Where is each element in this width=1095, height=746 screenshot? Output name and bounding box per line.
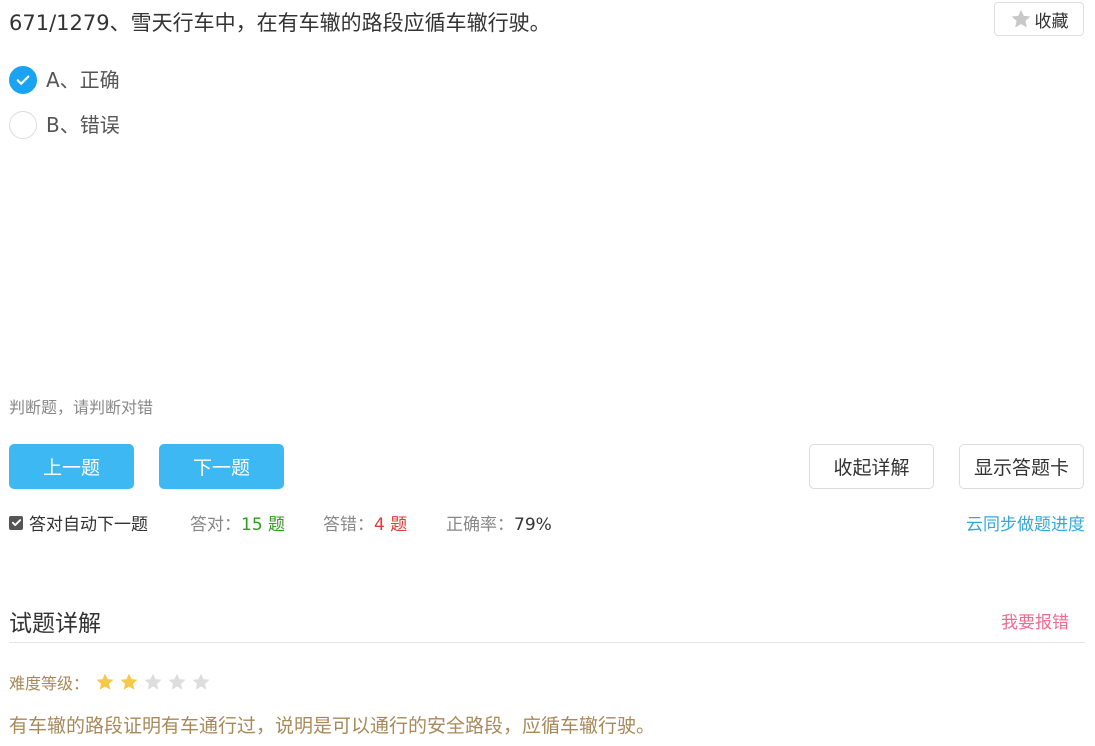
option-b-label: B、错误 bbox=[46, 113, 120, 137]
star-empty-icon bbox=[144, 673, 162, 690]
favorite-button[interactable]: 收藏 bbox=[994, 2, 1084, 36]
cloud-sync-link[interactable]: 云同步做题进度 bbox=[966, 510, 1085, 535]
star-filled-icon bbox=[120, 673, 138, 690]
question-title: 671/1279、雪天行车中，在有车辙的路段应循车辙行驶。 bbox=[9, 11, 551, 35]
details-title: 试题详解 bbox=[9, 611, 101, 637]
auto-next-label: 答对自动下一题 bbox=[29, 515, 148, 535]
correct-value: 15 题 bbox=[241, 515, 286, 535]
accuracy-rate: 正确率：79% bbox=[446, 510, 552, 535]
stats-row: 答对自动下一题 答对：15 题 答错：4 题 正确率：79% 云同步做题进度 bbox=[9, 510, 1085, 536]
report-error-link[interactable]: 我要报错 bbox=[1001, 608, 1069, 633]
option-a-label: A、正确 bbox=[46, 68, 120, 92]
divider bbox=[9, 642, 1085, 643]
difficulty-rating: 难度等级： bbox=[9, 670, 211, 694]
next-question-button[interactable]: 下一题 bbox=[159, 444, 284, 489]
collapse-details-button[interactable]: 收起详解 bbox=[809, 444, 934, 489]
option-a[interactable]: A、正确 bbox=[9, 66, 120, 94]
wrong-value: 4 题 bbox=[374, 515, 408, 535]
wrong-label: 答错： bbox=[323, 515, 374, 535]
question-type-hint: 判断题，请判断对错 bbox=[9, 398, 154, 417]
star-empty-icon bbox=[168, 673, 186, 690]
star-icon bbox=[1011, 9, 1030, 28]
wrong-count: 答错：4 题 bbox=[323, 510, 407, 535]
explanation-text: 有车辙的路段证明有车通行过，说明是可以通行的安全路段，应循车辙行驶。 bbox=[9, 715, 656, 737]
accuracy-label: 正确率： bbox=[446, 515, 514, 535]
show-answer-card-button[interactable]: 显示答题卡 bbox=[959, 444, 1084, 489]
favorite-label: 收藏 bbox=[1034, 11, 1069, 32]
radio-empty-icon bbox=[9, 111, 37, 139]
checkbox-icon bbox=[9, 515, 23, 530]
correct-count: 答对：15 题 bbox=[190, 510, 285, 535]
difficulty-stars bbox=[95, 672, 211, 692]
check-icon bbox=[9, 66, 37, 94]
option-b[interactable]: B、错误 bbox=[9, 111, 120, 139]
difficulty-label: 难度等级： bbox=[9, 674, 90, 693]
star-empty-icon bbox=[192, 673, 210, 690]
star-filled-icon bbox=[96, 673, 114, 690]
correct-label: 答对： bbox=[190, 515, 241, 535]
prev-question-button[interactable]: 上一题 bbox=[9, 444, 134, 489]
auto-next-checkbox[interactable]: 答对自动下一题 bbox=[9, 510, 148, 535]
accuracy-value: 79% bbox=[514, 515, 552, 535]
